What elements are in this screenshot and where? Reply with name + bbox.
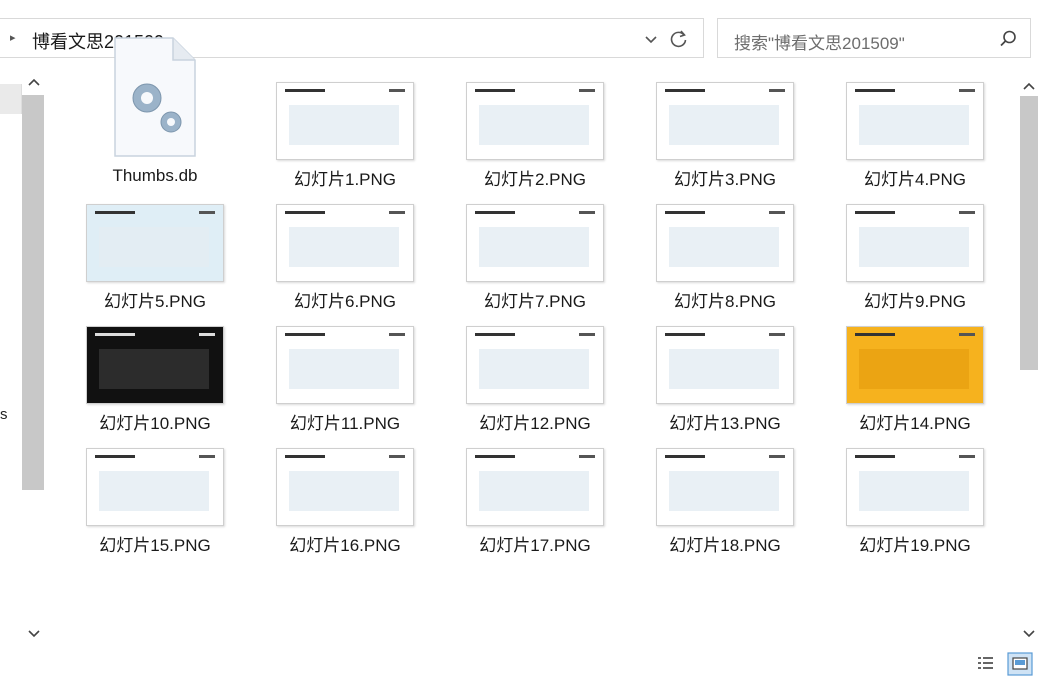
scroll-up-icon[interactable] (1021, 78, 1037, 94)
file-item[interactable]: 幻灯片14.PNG (820, 322, 1010, 444)
file-name-label: 幻灯片16.PNG (289, 536, 401, 555)
slide-thumbnail (276, 204, 414, 282)
refresh-icon[interactable] (668, 28, 690, 50)
file-item[interactable]: 幻灯片13.PNG (630, 322, 820, 444)
file-name-label: 幻灯片11.PNG (289, 414, 401, 433)
content-scrollbar-thumb[interactable] (1020, 96, 1038, 370)
file-item[interactable]: 幻灯片8.PNG (630, 200, 820, 322)
file-name-label: 幻灯片8.PNG (673, 292, 777, 311)
file-item[interactable]: 幻灯片7.PNG (440, 200, 630, 322)
scroll-up-icon[interactable] (26, 74, 42, 90)
file-item[interactable]: 幻灯片16.PNG (250, 444, 440, 566)
file-name-label: 幻灯片14.PNG (859, 414, 971, 433)
file-name-label: 幻灯片10.PNG (99, 414, 211, 433)
file-thumbnail-wrap (630, 444, 820, 526)
file-item[interactable]: 幻灯片11.PNG (250, 322, 440, 444)
file-item[interactable]: 幻灯片17.PNG (440, 444, 630, 566)
file-thumbnail-wrap (630, 200, 820, 282)
slide-thumbnail (656, 448, 794, 526)
details-view-icon[interactable] (978, 657, 993, 669)
file-thumbnail-wrap (60, 444, 250, 526)
search-placeholder: 搜索"博看文思201509" (734, 34, 905, 53)
file-item[interactable]: 幻灯片6.PNG (250, 200, 440, 322)
file-item[interactable]: 幻灯片15.PNG (60, 444, 250, 566)
slide-thumbnail (86, 448, 224, 526)
settings-file-icon (114, 37, 196, 157)
file-item[interactable]: 幻灯片5.PNG (60, 200, 250, 322)
file-name-label: 幻灯片1.PNG (293, 170, 397, 189)
slide-thumbnail (656, 326, 794, 404)
file-item[interactable]: 幻灯片19.PNG (820, 444, 1010, 566)
slide-thumbnail (466, 326, 604, 404)
file-item[interactable]: Thumbs.db (60, 37, 250, 200)
scroll-down-icon[interactable] (26, 626, 42, 642)
slide-thumbnail (86, 326, 224, 404)
file-thumbnail-wrap (440, 322, 630, 404)
file-name-label: Thumbs.db (112, 166, 198, 185)
file-item[interactable]: 幻灯片10.PNG (60, 322, 250, 444)
file-name-label: 幻灯片4.PNG (863, 170, 967, 189)
scroll-down-icon[interactable] (1021, 626, 1037, 642)
file-item[interactable]: 幻灯片1.PNG (250, 78, 440, 200)
file-thumbnail-wrap (60, 18, 250, 158)
file-name-label: 幻灯片3.PNG (673, 170, 777, 189)
file-item[interactable]: 幻灯片3.PNG (630, 78, 820, 200)
slide-thumbnail (466, 204, 604, 282)
file-thumbnail-wrap (250, 322, 440, 404)
slide-thumbnail (276, 448, 414, 526)
file-thumbnail-wrap (820, 444, 1010, 526)
file-name-label: 幻灯片15.PNG (99, 536, 211, 555)
slide-thumbnail (656, 82, 794, 160)
view-mode-switcher (978, 652, 1033, 676)
nav-scrollbar-thumb[interactable] (22, 95, 44, 490)
chevron-down-icon[interactable] (642, 30, 660, 48)
file-thumbnail-wrap (820, 200, 1010, 282)
slide-thumbnail (276, 326, 414, 404)
slide-thumbnail (846, 82, 984, 160)
file-thumbnail-wrap (820, 78, 1010, 160)
nav-item-fragment[interactable]: s (0, 406, 8, 423)
file-thumbnail-wrap (630, 78, 820, 160)
search-input[interactable]: 搜索"博看文思201509" (717, 18, 1031, 58)
slide-thumbnail (846, 448, 984, 526)
file-name-label: 幻灯片19.PNG (859, 536, 971, 555)
slide-thumbnail (276, 82, 414, 160)
file-thumbnail-wrap (250, 78, 440, 160)
file-grid: Thumbs.db 幻灯片1.PNG 幻灯片2.PNG 幻灯片3.PNG 幻灯片4.PN… (60, 37, 1010, 638)
file-item[interactable]: 幻灯片12.PNG (440, 322, 630, 444)
navigation-pane[interactable]: s (0, 66, 22, 646)
file-name-label: 幻灯片9.PNG (863, 292, 967, 311)
file-name-label: 幻灯片7.PNG (483, 292, 587, 311)
file-item[interactable]: 幻灯片4.PNG (820, 78, 1010, 200)
file-thumbnail-wrap (440, 444, 630, 526)
file-thumbnail-wrap (440, 200, 630, 282)
file-name-label: 幻灯片2.PNG (483, 170, 587, 189)
file-thumbnail-wrap (250, 200, 440, 282)
file-name-label: 幻灯片5.PNG (103, 292, 207, 311)
file-thumbnail-wrap (250, 444, 440, 526)
file-name-label: 幻灯片6.PNG (293, 292, 397, 311)
file-name-label: 幻灯片18.PNG (669, 536, 781, 555)
file-item[interactable]: 幻灯片18.PNG (630, 444, 820, 566)
search-icon[interactable] (998, 29, 1018, 49)
file-thumbnail-wrap (630, 322, 820, 404)
slide-thumbnail (846, 204, 984, 282)
file-name-label: 幻灯片12.PNG (479, 414, 591, 433)
nav-selected-item[interactable] (0, 84, 22, 114)
file-name-label: 幻灯片13.PNG (669, 414, 781, 433)
file-item[interactable]: 幻灯片2.PNG (440, 78, 630, 200)
file-thumbnail-wrap (440, 78, 630, 160)
large-icons-view-icon[interactable] (1007, 652, 1033, 676)
slide-thumbnail (466, 82, 604, 160)
slide-thumbnail (86, 204, 224, 282)
slide-thumbnail (656, 204, 794, 282)
breadcrumb-chevron-icon[interactable]: ▸ (10, 31, 16, 44)
slide-thumbnail (846, 326, 984, 404)
file-thumbnail-wrap (60, 322, 250, 404)
file-thumbnail-wrap (60, 200, 250, 282)
slide-thumbnail (466, 448, 604, 526)
file-name-label: 幻灯片17.PNG (479, 536, 591, 555)
file-thumbnail-wrap (820, 322, 1010, 404)
file-item[interactable]: 幻灯片9.PNG (820, 200, 1010, 322)
